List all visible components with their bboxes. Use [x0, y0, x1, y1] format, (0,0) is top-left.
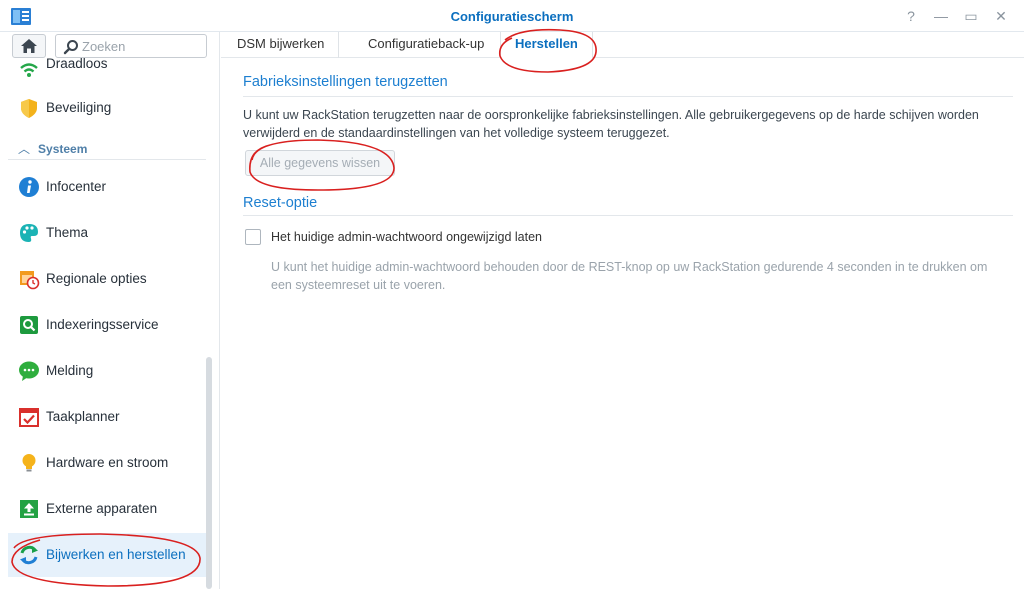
sidebar-item-label: Draadloos	[46, 56, 108, 71]
sidebar-item-label: Thema	[46, 225, 89, 240]
sidebar-item-hardware-power[interactable]: Hardware en stroom	[8, 441, 206, 485]
section-label: Systeem	[38, 142, 88, 156]
reset-option-title: Reset-optie	[243, 195, 318, 211]
erase-all-data-button[interactable]: Alle gegevens wissen	[245, 150, 395, 176]
sidebar: Draadloos Beveiliging ︿ Systeem Infocente…	[0, 32, 220, 589]
divider	[8, 159, 206, 160]
sidebar-item-label: Taakplanner	[46, 409, 120, 424]
index-search-icon	[20, 316, 38, 334]
sidebar-scrollbar[interactable]	[206, 357, 212, 589]
tab-dsm-update[interactable]: DSM bijwerken	[223, 32, 340, 58]
sidebar-item-indexing-service[interactable]: Indexeringsservice	[8, 303, 206, 347]
tab-bar: DSM bijwerken Configuratieback-up Herste…	[221, 32, 1024, 58]
sidebar-item-label: Externe apparaten	[46, 501, 158, 516]
shield-icon	[21, 99, 37, 118]
sidebar-item-update-restore[interactable]: Bijwerken en herstellen	[8, 533, 206, 577]
sidebar-item-external-devices[interactable]: Externe apparaten	[8, 487, 206, 531]
window-titlebar: Configuratiescherm ? — ▭ ✕	[0, 0, 1024, 32]
keep-admin-password-label[interactable]: Het huidige admin-wachtwoord ongewijzigd…	[271, 230, 542, 244]
factory-reset-title: Fabrieksinstellingen terugzetten	[243, 74, 448, 90]
sidebar-item-task-scheduler[interactable]: Taakplanner	[8, 395, 206, 439]
keep-admin-password-checkbox[interactable]	[245, 229, 261, 245]
calendar-check-icon	[19, 408, 39, 427]
divider	[243, 215, 1013, 216]
tab-config-backup[interactable]: Configuratieback-up	[354, 32, 498, 58]
upload-icon	[20, 500, 38, 518]
sidebar-item-notification[interactable]: Melding	[8, 349, 206, 393]
chevron-up-icon: ︿	[18, 142, 31, 156]
sidebar-item-infocenter[interactable]: Infocenter	[8, 165, 206, 209]
sidebar-item-label: Regionale opties	[46, 271, 147, 286]
sidebar-item-theme[interactable]: Thema	[8, 211, 206, 255]
maximize-icon[interactable]: ▭	[962, 7, 980, 25]
sidebar-item-label: Melding	[46, 363, 94, 378]
sidebar-item-security[interactable]: Beveiliging	[8, 86, 206, 130]
lightbulb-icon	[22, 454, 36, 472]
sidebar-item-label: Bijwerken en herstellen	[46, 547, 186, 562]
divider	[243, 96, 1013, 97]
chat-bubble-icon	[19, 361, 39, 381]
sidebar-section-system[interactable]: ︿ Systeem	[18, 140, 87, 157]
sidebar-item-regional-options[interactable]: Regionale opties	[8, 257, 206, 301]
tab-restore[interactable]: Herstellen	[500, 32, 593, 58]
factory-reset-description: U kunt uw RackStation terugzetten naar d…	[243, 108, 979, 140]
window-title: Configuratiescherm	[450, 9, 574, 24]
minimize-icon[interactable]: —	[932, 7, 950, 25]
info-icon	[19, 177, 39, 197]
wifi-icon	[20, 63, 38, 77]
sidebar-item-label: Hardware en stroom	[46, 455, 169, 470]
sidebar-item-label: Infocenter	[46, 179, 107, 194]
help-icon[interactable]: ?	[902, 7, 920, 25]
palette-icon	[20, 224, 38, 242]
reset-option-hint: U kunt het huidige admin-wachtwoord beho…	[271, 260, 988, 292]
sidebar-item-label: Beveiliging	[46, 100, 112, 115]
refresh-icon	[20, 545, 38, 565]
sidebar-item-label: Indexeringsservice	[46, 317, 159, 332]
calendar-clock-icon	[20, 271, 40, 290]
close-icon[interactable]: ✕	[992, 7, 1010, 25]
